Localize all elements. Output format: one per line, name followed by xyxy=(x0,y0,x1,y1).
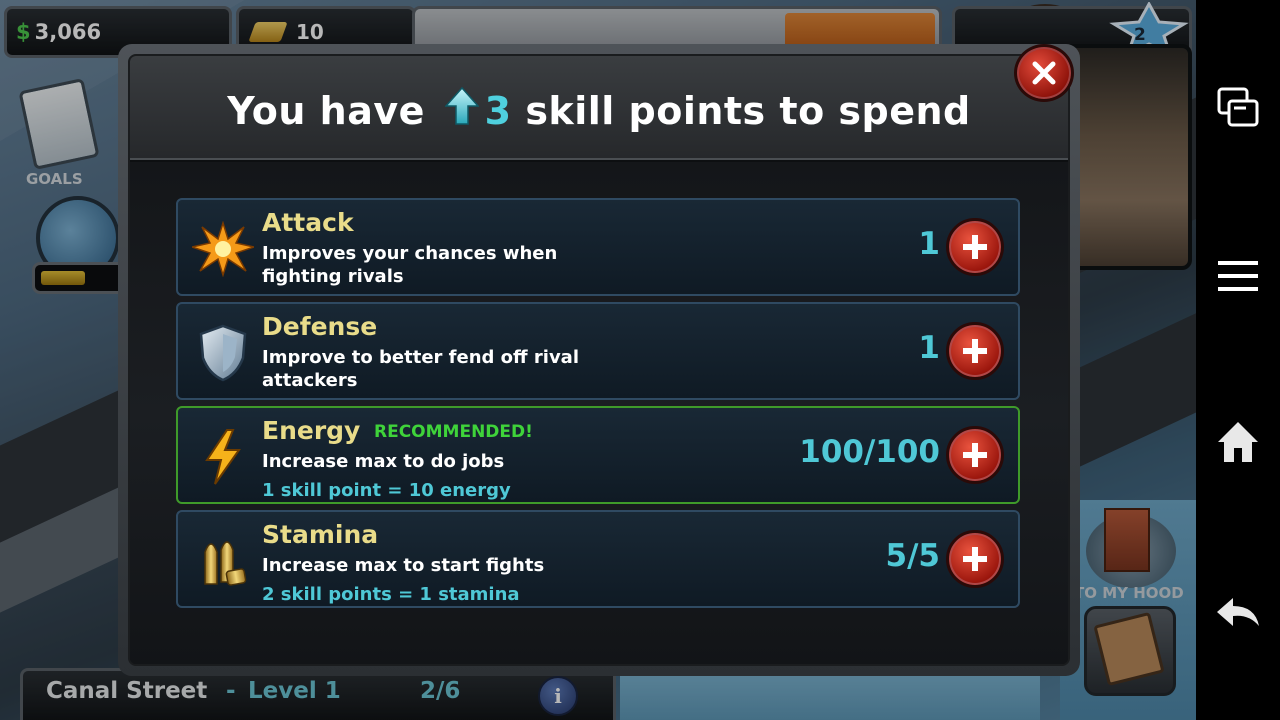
add-attack-button[interactable] xyxy=(946,218,1004,276)
skill-row-defense: Defense Improve to better fend off rival… xyxy=(176,302,1020,400)
back-icon[interactable] xyxy=(1210,584,1266,640)
plus-icon xyxy=(963,547,987,571)
plus-icon xyxy=(963,235,987,259)
close-button[interactable] xyxy=(1014,44,1074,102)
skill-description: Increase max to start fights xyxy=(262,555,545,576)
skill-value: 1 xyxy=(918,226,940,262)
skill-cost: 1 skill point = 10 energy xyxy=(262,480,511,501)
skill-description: Improves your chances when fighting riva… xyxy=(262,243,558,287)
title-suffix: skill points to spend xyxy=(525,89,971,133)
skill-description: Improve to better fend off rival attacke… xyxy=(262,347,579,391)
skill-row-attack: Attack Improves your chances when fighti… xyxy=(176,198,1020,296)
add-defense-button[interactable] xyxy=(946,322,1004,380)
skill-description: Increase max to do jobs xyxy=(262,451,505,472)
skill-row-stamina: Stamina Increase max to start fights 2 s… xyxy=(176,510,1020,608)
close-icon xyxy=(1032,61,1056,85)
add-energy-button[interactable] xyxy=(946,426,1004,484)
dialog-title: You have 3 skill points to spend xyxy=(130,86,1068,141)
menu-icon[interactable] xyxy=(1210,248,1266,304)
shield-icon xyxy=(192,322,254,384)
add-stamina-button[interactable] xyxy=(946,530,1004,588)
skill-value: 5/5 xyxy=(885,538,940,574)
skill-name: Attack xyxy=(262,208,354,237)
home-icon[interactable] xyxy=(1210,414,1266,470)
plus-icon xyxy=(963,339,987,363)
recent-apps-icon[interactable] xyxy=(1210,80,1266,136)
plus-icon xyxy=(963,443,987,467)
skill-name: Stamina xyxy=(262,520,379,549)
skill-name: Energy xyxy=(262,416,361,445)
bullets-icon xyxy=(192,530,254,592)
skill-value: 1 xyxy=(918,330,940,366)
recommended-badge: RECOMMENDED! xyxy=(374,422,533,442)
skill-value: 100/100 xyxy=(799,434,940,470)
arrow-up-icon xyxy=(443,86,480,135)
dialog-header: You have 3 skill points to spend xyxy=(130,56,1068,160)
explosion-icon xyxy=(192,218,254,280)
skill-cost: 2 skill points = 1 stamina xyxy=(262,584,520,605)
title-prefix: You have xyxy=(227,89,425,133)
skill-row-energy: Energy RECOMMENDED! Increase max to do j… xyxy=(176,406,1020,504)
skill-points-count: 3 xyxy=(484,89,512,133)
skill-name: Defense xyxy=(262,312,378,341)
lightning-icon xyxy=(192,426,254,488)
